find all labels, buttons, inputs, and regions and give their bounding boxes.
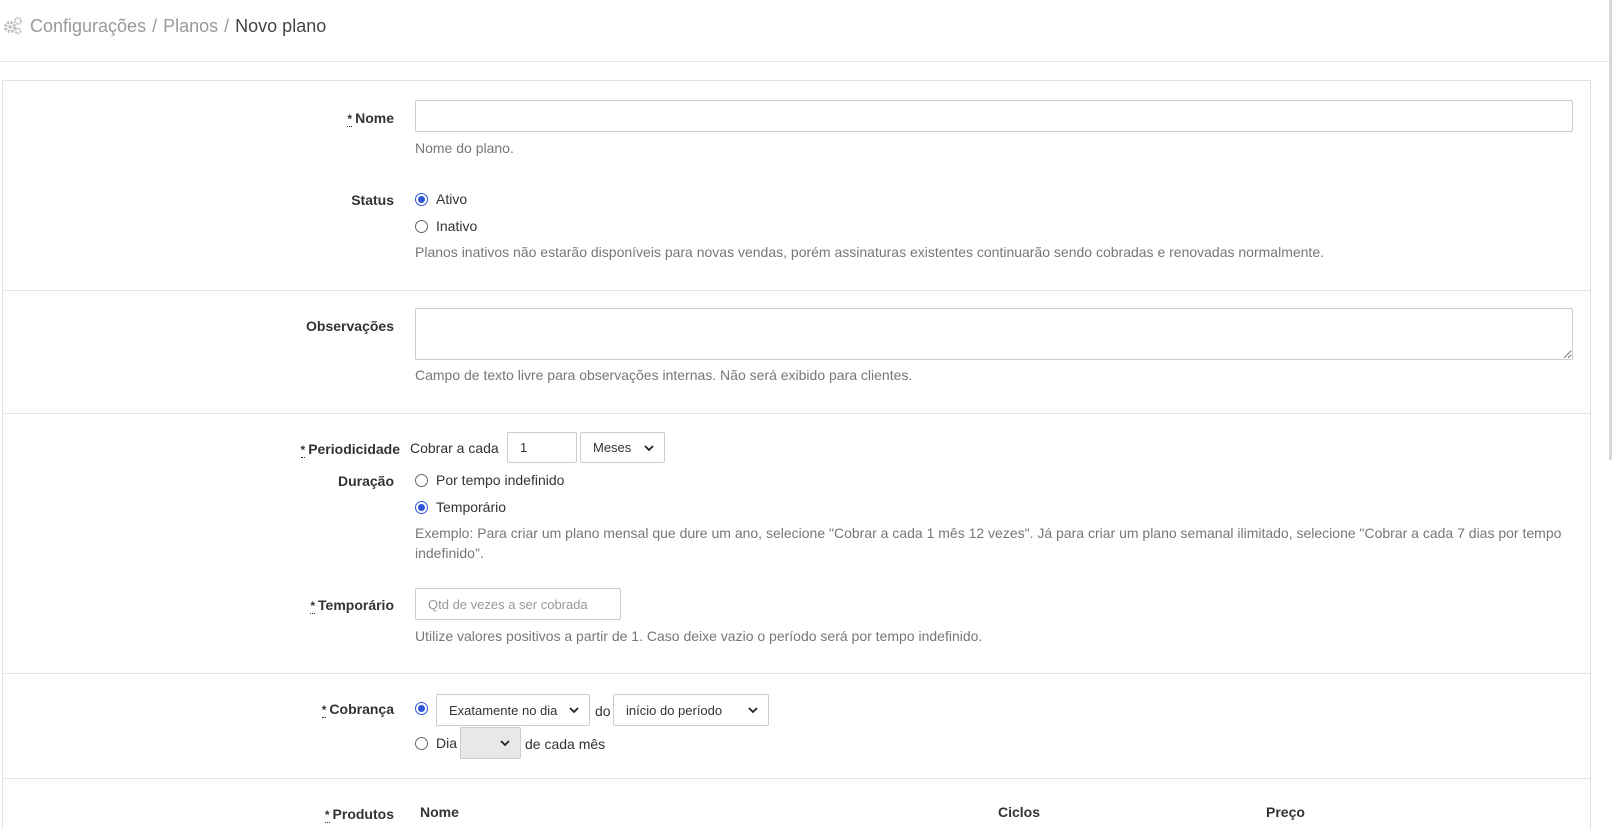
radio-unselected-icon[interactable]	[415, 219, 428, 233]
cobranca-connector-text: do	[595, 703, 611, 719]
chevron-down-icon	[500, 740, 510, 747]
header-divider	[0, 61, 1612, 62]
cobranca-reference-select[interactable]: início do período	[613, 694, 769, 726]
breadcrumb-planos[interactable]: Planos	[163, 16, 218, 37]
radio-selected-icon[interactable]	[415, 702, 428, 715]
observacoes-label: Observações	[306, 318, 394, 334]
observacoes-textarea[interactable]	[415, 308, 1573, 360]
cobranca-dia-select[interactable]	[460, 727, 521, 759]
periodicidade-input[interactable]	[507, 432, 577, 463]
nome-input[interactable]	[415, 100, 1573, 132]
observacoes-help: Campo de texto livre para observações in…	[415, 367, 913, 383]
cobranca-label: * Cobrança	[321, 701, 394, 718]
section-divider	[2, 290, 1591, 291]
status-ativo-radio[interactable]: Ativo	[415, 191, 467, 207]
section-divider	[2, 413, 1591, 414]
periodicidade-label: * Periodicidade	[300, 441, 400, 458]
nome-help: Nome do plano.	[415, 140, 514, 156]
chevron-down-icon	[569, 707, 579, 714]
duracao-help: Exemplo: Para criar um plano mensal que …	[415, 525, 1562, 561]
required-mark: *	[300, 443, 306, 458]
temporario-help: Utilize valores positivos a partir de 1.…	[415, 628, 983, 644]
section-divider	[2, 778, 1591, 779]
cobranca-exato-radio[interactable]	[415, 702, 436, 715]
cobrar-a-cada-text: Cobrar a cada	[410, 440, 499, 456]
gears-icon	[4, 17, 22, 35]
required-mark: *	[324, 808, 330, 823]
chevron-down-icon	[748, 707, 758, 714]
radio-unselected-icon[interactable]	[415, 473, 428, 487]
nome-label: * Nome	[347, 110, 394, 127]
chevron-down-icon	[644, 444, 654, 451]
section-divider	[2, 673, 1591, 674]
cobranca-dia-radio[interactable]: Dia	[415, 735, 457, 751]
periodicidade-unit-select[interactable]: Meses	[580, 432, 665, 463]
required-mark: *	[347, 112, 353, 127]
temporario-input[interactable]	[415, 588, 621, 620]
duracao-temporario-radio[interactable]: Temporário	[415, 499, 506, 515]
duracao-label: Duração	[337, 473, 394, 489]
breadcrumb-configuracoes[interactable]: Configurações	[30, 16, 146, 37]
produtos-col-ciclos: Ciclos	[998, 804, 1041, 820]
status-help: Planos inativos não estarão disponíveis …	[415, 244, 1324, 260]
produtos-label: * Produtos	[324, 806, 394, 823]
duracao-indefinido-radio[interactable]: Por tempo indefinido	[415, 472, 564, 488]
temporario-label: * Temporário	[310, 597, 394, 614]
radio-unselected-icon[interactable]	[415, 736, 428, 750]
status-label: Status	[351, 192, 394, 208]
status-inativo-radio[interactable]: Inativo	[415, 218, 477, 234]
produtos-col-nome: Nome	[420, 804, 459, 820]
cobranca-suffix-text: de cada mês	[525, 736, 606, 752]
breadcrumb-separator: /	[152, 15, 158, 36]
radio-selected-icon[interactable]	[415, 192, 428, 206]
required-mark: *	[321, 703, 327, 718]
form-panel	[2, 80, 1591, 830]
radio-selected-icon[interactable]	[415, 500, 428, 514]
breadcrumb-separator: /	[224, 15, 230, 36]
cobranca-mode-select[interactable]: Exatamente no dia	[436, 694, 590, 726]
required-mark: *	[310, 599, 316, 614]
breadcrumb: Configurações / Planos / Novo plano	[0, 0, 1612, 52]
breadcrumb-current: Novo plano	[235, 15, 327, 36]
produtos-col-preco: Preço	[1266, 804, 1305, 820]
